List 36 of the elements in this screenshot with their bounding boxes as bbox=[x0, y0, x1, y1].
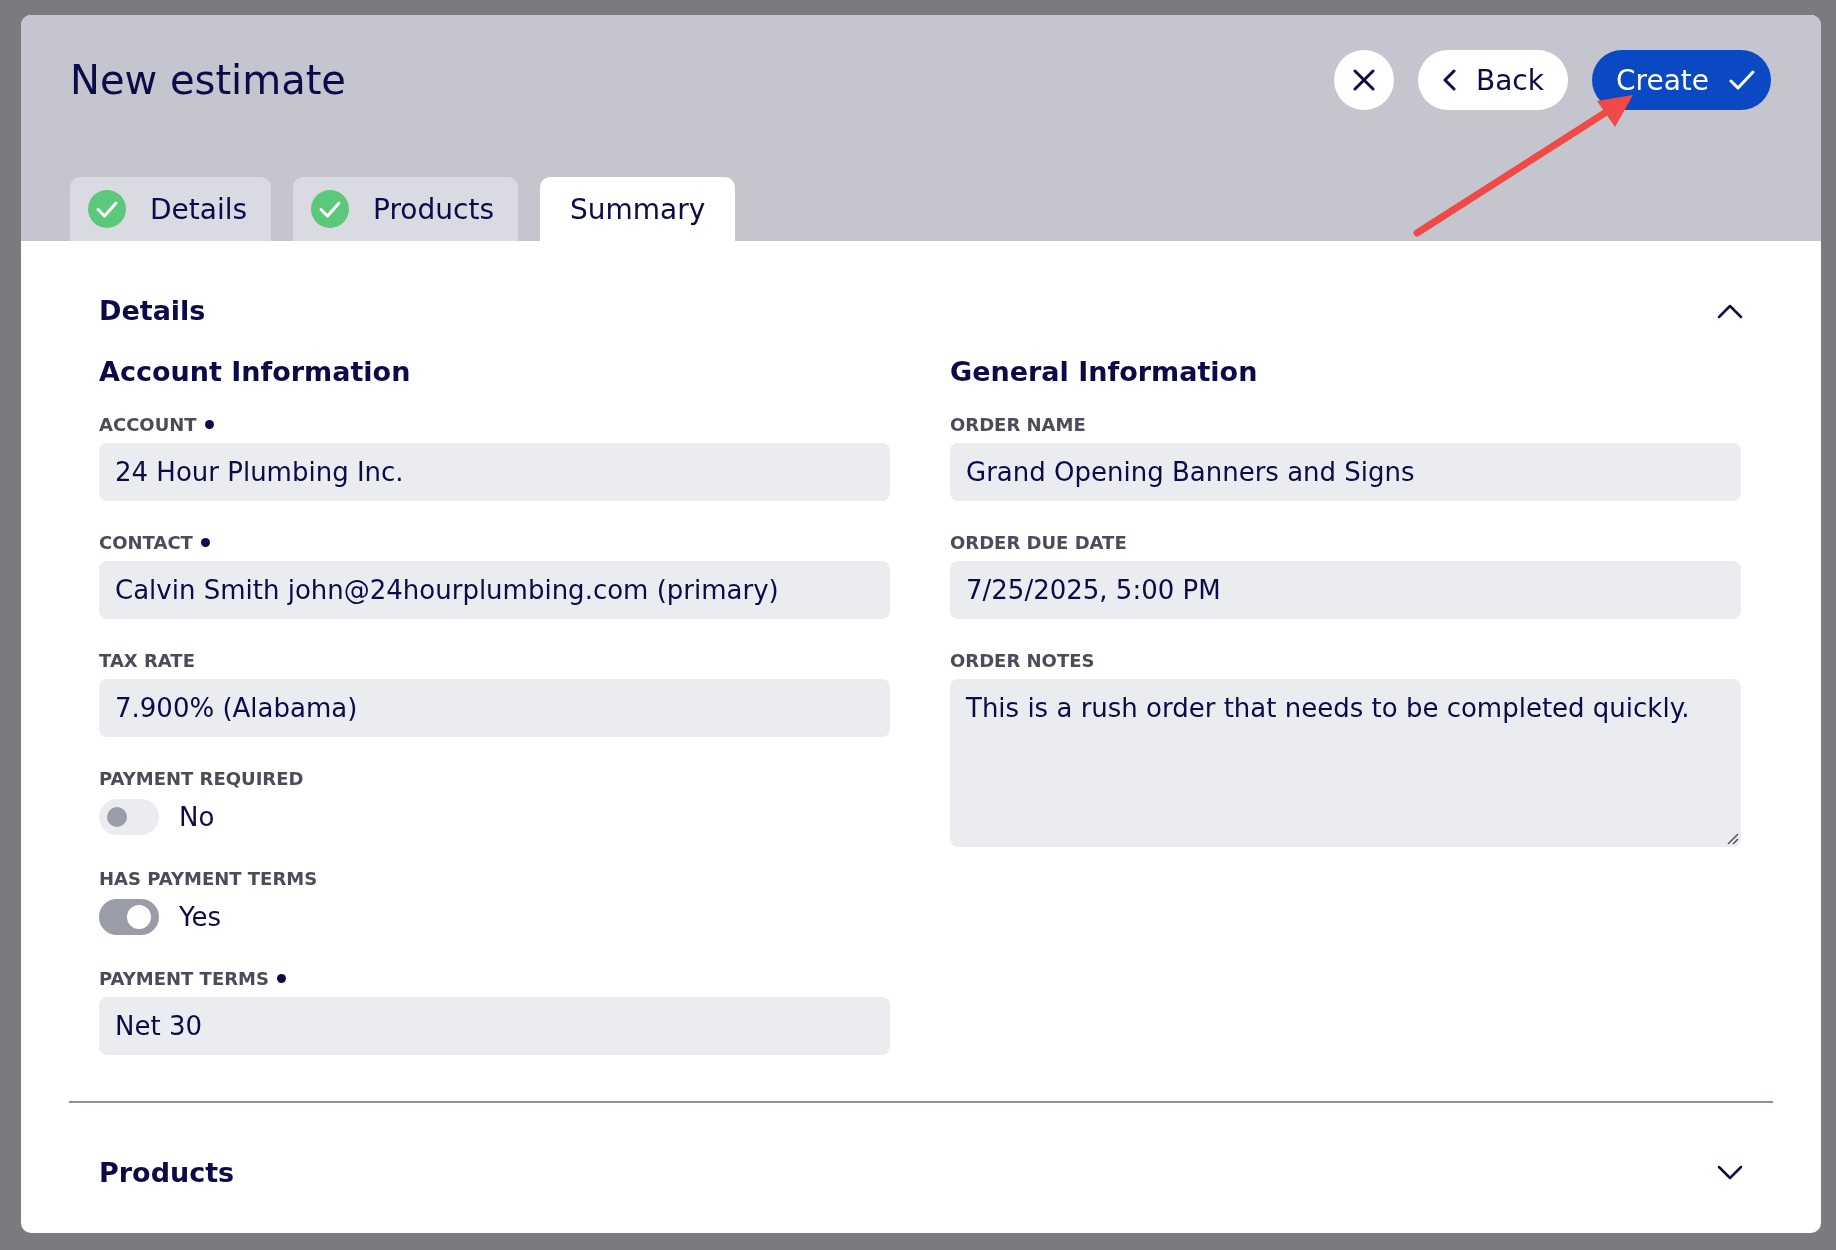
section-title: Products bbox=[99, 1157, 235, 1188]
field-label: TAX RATE bbox=[99, 649, 195, 671]
field-label: ACCOUNT bbox=[99, 413, 197, 435]
section-title: Details bbox=[99, 295, 206, 326]
tab[interactable]: Products bbox=[293, 177, 518, 241]
column-heading: Account Information bbox=[99, 356, 412, 387]
field-label: HAS PAYMENT TERMS bbox=[99, 867, 318, 889]
field-label: ORDER DUE DATE bbox=[950, 531, 1127, 553]
field-label: PAYMENT TERMS bbox=[99, 967, 269, 989]
toggle-label: No bbox=[179, 802, 215, 832]
input-field[interactable]: Calvin Smith john@24hourplumbing.com (primary) bbox=[99, 561, 890, 619]
tab[interactable]: Details bbox=[70, 177, 272, 241]
window-title: New estimate bbox=[70, 57, 346, 103]
toggle-switch[interactable] bbox=[99, 799, 159, 835]
field-label: ORDER NAME bbox=[950, 413, 1086, 435]
input-field[interactable]: Net 30 bbox=[99, 997, 890, 1055]
column-heading: General Information bbox=[950, 356, 1259, 387]
field-label: PAYMENT REQUIRED bbox=[99, 767, 304, 789]
input-field[interactable]: Grand Opening Banners and Signs bbox=[950, 443, 1741, 501]
chevron-down-icon[interactable] bbox=[1717, 1164, 1743, 1181]
notes-field[interactable]: This is a rush order that needs to be completed quickly. bbox=[950, 679, 1741, 847]
back-button[interactable]: Back bbox=[1417, 50, 1568, 110]
close-icon bbox=[1352, 69, 1375, 91]
input-field[interactable]: 7.900% (Alabama) bbox=[99, 679, 890, 737]
create-button[interactable]: Create bbox=[1591, 50, 1771, 110]
input-field[interactable]: 24 Hour Plumbing Inc. bbox=[99, 443, 890, 501]
tab[interactable]: Summary bbox=[540, 177, 736, 241]
checkmark-icon bbox=[1729, 69, 1755, 91]
toggle-switch[interactable] bbox=[99, 899, 159, 935]
toggle-label: Yes bbox=[179, 902, 221, 932]
input-field[interactable]: 7/25/2025, 5:00 PM bbox=[950, 561, 1741, 619]
chevron-up-icon[interactable] bbox=[1717, 302, 1743, 319]
field-label: CONTACT bbox=[99, 531, 193, 553]
field-label: ORDER NOTES bbox=[950, 649, 1095, 671]
chevron-left-icon bbox=[1441, 69, 1456, 91]
resize-grip-icon[interactable] bbox=[1725, 831, 1739, 845]
